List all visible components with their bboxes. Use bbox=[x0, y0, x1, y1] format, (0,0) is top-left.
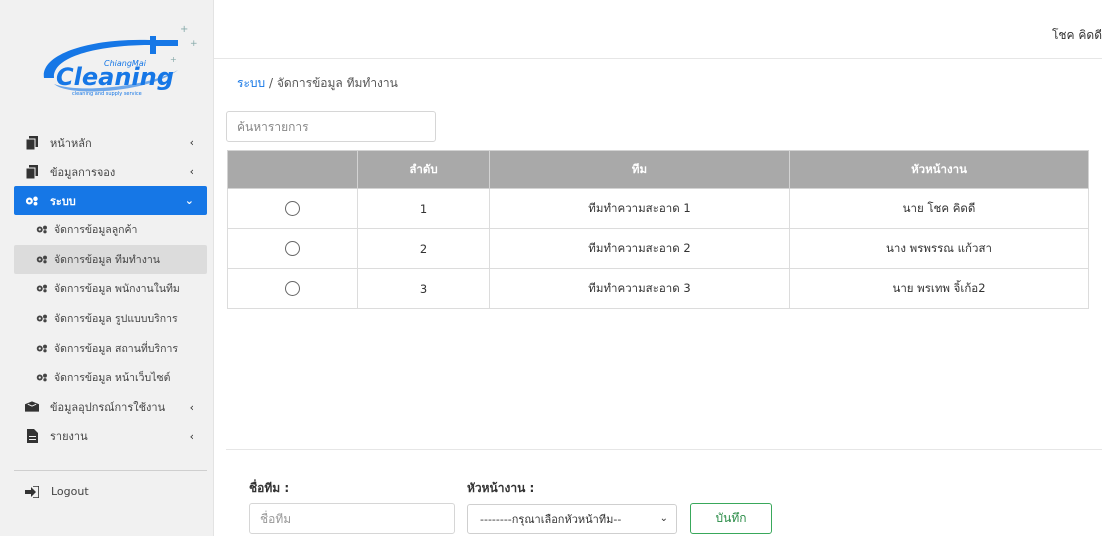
sidebar-item-label: ข้อมูลอุปกรณ์การใช้งาน bbox=[50, 401, 166, 415]
sidebar-item-equipment[interactable]: ข้อมูลอุปกรณ์การใช้งาน ‹ bbox=[14, 393, 207, 422]
sidebar-menu: หน้าหลัก ‹ ข้อมูลการจอง ‹ ระบบ ⌄ จัดการข… bbox=[14, 128, 207, 451]
submenu-item-label: จัดการข้อมูลลูกค้า bbox=[54, 224, 138, 237]
logo-tagline: cleaning and supply service bbox=[72, 91, 142, 97]
column-header-select bbox=[227, 150, 358, 189]
row-team-cell: ทีมทำความสะอาด 2 bbox=[489, 228, 790, 269]
row-radio[interactable] bbox=[285, 281, 300, 296]
chevron-left-icon: ‹ bbox=[189, 400, 194, 414]
file-icon bbox=[25, 429, 39, 444]
breadcrumb-separator: / bbox=[268, 76, 273, 90]
gears-icon bbox=[36, 225, 50, 234]
leader-select[interactable]: --------กรุณาเลือกหัวหน้าทีม-- ⌄ bbox=[467, 504, 677, 534]
row-select-cell bbox=[227, 268, 358, 309]
search-input[interactable] bbox=[226, 111, 436, 142]
row-radio[interactable] bbox=[285, 241, 300, 256]
submenu-item-label: จัดการข้อมูล ทีมทำงาน bbox=[54, 253, 160, 266]
row-select-cell bbox=[227, 228, 358, 269]
copy-icon bbox=[25, 135, 39, 150]
submenu-item-teams[interactable]: จัดการข้อมูล ทีมทำงาน bbox=[14, 244, 207, 275]
top-bar: โชค คิดดี bbox=[214, 0, 1102, 59]
copy-icon bbox=[25, 164, 39, 179]
logo-text: Cleaning bbox=[56, 63, 174, 91]
logout-label: Logout bbox=[51, 485, 89, 498]
submenu-item-label: จัดการข้อมูล พนักงานในทีม bbox=[54, 283, 180, 296]
row-select-cell bbox=[227, 188, 358, 229]
gears-icon bbox=[36, 314, 50, 323]
svg-text:+: + bbox=[180, 24, 188, 35]
breadcrumb: ระบบ / จัดการข้อมูล ทีมทำงาน bbox=[237, 74, 398, 93]
sidebar-item-home[interactable]: หน้าหลัก ‹ bbox=[14, 128, 207, 157]
form-divider bbox=[226, 449, 1102, 450]
chevron-left-icon: ‹ bbox=[189, 136, 194, 149]
submenu-item-customers[interactable]: จัดการข้อมูลลูกค้า bbox=[14, 215, 207, 245]
leader-label: หัวหน้างาน : bbox=[467, 481, 535, 495]
gears-icon bbox=[25, 194, 39, 208]
breadcrumb-current: จัดการข้อมูล ทีมทำงาน bbox=[276, 76, 398, 90]
column-header-team: ทีม bbox=[489, 150, 790, 189]
table-row[interactable]: 2 ทีมทำความสะอาด 2 นาง พรพรรณ แก้วสา bbox=[227, 228, 1089, 269]
submenu-item-label: จัดการข้อมูล หน้าเว็บไซต์ bbox=[54, 372, 171, 385]
breadcrumb-root-link[interactable]: ระบบ bbox=[237, 76, 265, 90]
sidebar-item-label: รายงาน bbox=[50, 430, 88, 444]
table-row[interactable]: 1 ทีมทำความสะอาด 1 นาย โชค คิดดี bbox=[227, 188, 1089, 229]
chevron-down-icon: ⌄ bbox=[184, 194, 194, 207]
row-order-cell: 1 bbox=[357, 188, 490, 229]
column-header-leader: หัวหน้างาน bbox=[789, 150, 1089, 189]
sidebar-item-booking[interactable]: ข้อมูลการจอง ‹ bbox=[14, 157, 207, 186]
team-name-input[interactable] bbox=[249, 503, 455, 534]
sidebar-item-reports[interactable]: รายงาน ‹ bbox=[14, 422, 207, 451]
sidebar-item-label: หน้าหลัก bbox=[50, 136, 92, 150]
row-team-cell: ทีมทำความสะอาด 3 bbox=[489, 268, 790, 309]
leader-select-value: --------กรุณาเลือกหัวหน้าทีม-- bbox=[480, 513, 622, 526]
table-header-row: ลำดับ ทีม หัวหน้างาน bbox=[227, 150, 1089, 189]
row-order-cell: 3 bbox=[357, 268, 490, 309]
sidebar-divider bbox=[14, 470, 207, 471]
submenu-item-service-locations[interactable]: จัดการข้อมูล สถานที่บริการ bbox=[14, 333, 207, 363]
column-header-order: ลำดับ bbox=[357, 150, 490, 189]
submenu-item-team-staff[interactable]: จัดการข้อมูล พนักงานในทีม bbox=[14, 274, 207, 304]
chevron-left-icon: ‹ bbox=[189, 429, 194, 443]
row-order-cell: 2 bbox=[357, 228, 490, 269]
box-icon bbox=[25, 400, 39, 414]
brand-logo[interactable]: + + + ChiangMai Cleaning cleaning and su… bbox=[30, 18, 210, 103]
team-name-label: ชื่อทีม : bbox=[249, 481, 290, 495]
logout-link[interactable]: Logout bbox=[25, 485, 89, 498]
gears-icon bbox=[36, 373, 50, 382]
row-leader-cell: นาง พรพรรณ แก้วสา bbox=[789, 228, 1089, 269]
row-radio[interactable] bbox=[285, 201, 300, 216]
user-name[interactable]: โชค คิดดี bbox=[1052, 26, 1102, 45]
gears-icon bbox=[36, 344, 50, 353]
chevron-down-icon: ⌄ bbox=[659, 513, 668, 524]
submenu-item-website[interactable]: จัดการข้อมูล หน้าเว็บไซต์ bbox=[14, 363, 207, 393]
submenu-item-service-types[interactable]: จัดการข้อมูล รูปแบบบริการ bbox=[14, 304, 207, 334]
chevron-left-icon: ‹ bbox=[189, 165, 194, 178]
gears-icon bbox=[36, 255, 50, 264]
table-row[interactable]: 3 ทีมทำความสะอาด 3 นาย พรเทพ จิ้เก้อ2 bbox=[227, 268, 1089, 309]
submenu-item-label: จัดการข้อมูล สถานที่บริการ bbox=[54, 342, 179, 355]
sign-out-icon bbox=[25, 485, 39, 498]
sidebar: + + + ChiangMai Cleaning cleaning and su… bbox=[0, 0, 214, 536]
row-team-cell: ทีมทำความสะอาด 1 bbox=[489, 188, 790, 229]
sidebar-item-label: ระบบ bbox=[50, 194, 76, 208]
sidebar-item-label: ข้อมูลการจอง bbox=[50, 165, 116, 179]
row-leader-cell: นาย โชค คิดดี bbox=[789, 188, 1089, 229]
gears-icon bbox=[36, 284, 50, 293]
save-button[interactable]: บันทึก bbox=[690, 503, 772, 534]
teams-table: ลำดับ ทีม หัวหน้างาน 1 ทีมทำความสะอาด 1 … bbox=[227, 150, 1089, 309]
row-leader-cell: นาย พรเทพ จิ้เก้อ2 bbox=[789, 268, 1089, 309]
submenu-item-label: จัดการข้อมูล รูปแบบบริการ bbox=[54, 313, 178, 326]
sidebar-item-system[interactable]: ระบบ ⌄ bbox=[14, 186, 207, 215]
svg-text:+: + bbox=[190, 39, 198, 49]
